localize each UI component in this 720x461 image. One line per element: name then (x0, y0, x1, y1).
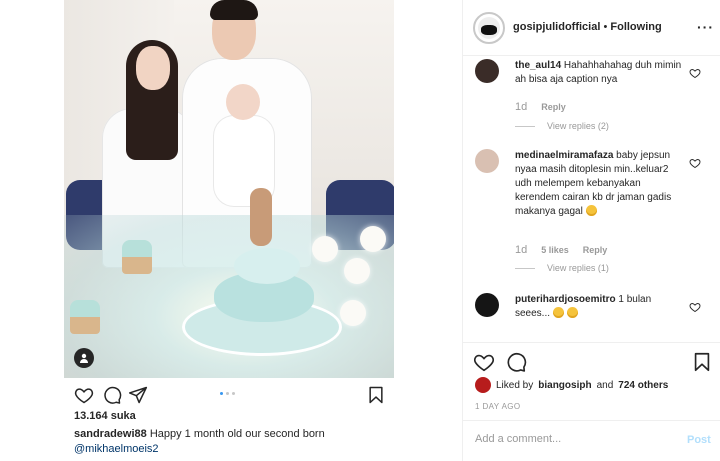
comment-bubble-icon[interactable] (505, 351, 527, 373)
photo-flower (344, 258, 370, 284)
panel-action-bar (463, 342, 720, 376)
view-replies-label[interactable]: View replies (2) (547, 121, 609, 131)
add-comment-bar: Post (463, 420, 720, 461)
photo-baby-head (226, 84, 260, 120)
view-replies-line (515, 125, 535, 127)
comment-username[interactable]: medinaelmiramafaza (515, 150, 613, 161)
photo-cupcake (70, 300, 100, 334)
save-bookmark-icon[interactable] (366, 385, 386, 405)
post-like-count[interactable]: 13.164 suka (74, 410, 136, 422)
comment-like-count[interactable]: 5 likes (541, 245, 569, 255)
following-button[interactable]: Following (610, 21, 661, 33)
photo-cake-tier (234, 248, 300, 284)
comment-time: 1d (515, 101, 528, 113)
sweat-smile-emoji-icon (585, 205, 597, 216)
liked-by-user[interactable]: biangosiph (538, 380, 591, 391)
comment-username[interactable]: the_aul14 (515, 60, 561, 71)
comment-list: the_aul14 Hahahhahahag duh mimin ah bisa… (463, 57, 720, 340)
post-photo[interactable] (64, 0, 394, 378)
comment-body: the_aul14 Hahahhahahag duh mimin ah bisa… (515, 59, 685, 87)
header-user-line: gosipjulidofficial • Following (513, 21, 662, 33)
comment-panel: gosipjulidofficial • Following ··· the_a… (462, 0, 720, 461)
liked-by-avatar[interactable] (475, 377, 491, 393)
comment-avatar[interactable] (475, 59, 499, 83)
photo-flower (312, 236, 338, 262)
comment-body: medinaelmiramafaza baby jepsun nyaa masi… (515, 149, 685, 219)
instagram-post-screenshot: 13.164 suka sandradewi88 Happy 1 month o… (0, 0, 720, 461)
comment-like-icon[interactable] (689, 67, 701, 79)
account-avatar[interactable] (473, 12, 505, 44)
view-replies-label[interactable]: View replies (1) (547, 263, 609, 273)
comment-bubble-icon[interactable] (102, 385, 122, 405)
caption-mention-link[interactable]: @mikhaelmoeis2 (74, 443, 159, 455)
carousel-indicator (220, 392, 235, 395)
header-username[interactable]: gosipjulidofficial (513, 21, 600, 33)
liked-by-line: Liked by biangosiph and 724 others (475, 377, 668, 393)
photo-cake-topper (250, 188, 272, 246)
comment-like-icon[interactable] (689, 157, 701, 169)
reply-button[interactable]: Reply (583, 245, 608, 255)
liked-by-prefix: Liked by (496, 379, 534, 391)
post-caption: sandradewi88 Happy 1 month old our secon… (74, 427, 374, 457)
photo-flower (360, 226, 386, 252)
comment-body: puterihardjosoemitro 1 bulan seees... (515, 293, 685, 321)
comment-username[interactable]: puterihardjosoemitro (515, 294, 616, 305)
reply-button[interactable]: Reply (541, 102, 566, 112)
comment-time: 1d (515, 244, 528, 256)
comment-avatar[interactable] (475, 149, 499, 173)
add-comment-input[interactable] (475, 433, 675, 445)
save-bookmark-icon[interactable] (691, 351, 713, 373)
view-replies[interactable]: View replies (2) (515, 121, 609, 131)
comment-like-icon[interactable] (689, 301, 701, 313)
comment-meta: 1d 5 likes Reply (515, 244, 607, 256)
like-heart-icon[interactable] (473, 351, 495, 373)
view-replies[interactable]: View replies (1) (515, 263, 609, 273)
like-heart-icon[interactable] (74, 385, 94, 405)
photo-woman-face (136, 46, 170, 90)
caption-text: Happy 1 month old our second born (149, 428, 325, 440)
liked-by-and: and (596, 379, 614, 391)
liked-by-others[interactable]: 724 others (618, 380, 668, 391)
post-comment-button[interactable]: Post (687, 434, 711, 446)
share-send-icon[interactable] (128, 385, 148, 405)
avatar-image (478, 17, 500, 39)
grimace-emoji-icon (566, 307, 578, 318)
view-replies-line (515, 267, 535, 269)
post-action-bar (74, 384, 386, 406)
photo-cupcake (122, 240, 152, 274)
post-date[interactable]: 1 DAY AGO (475, 402, 521, 411)
carousel-dot (232, 392, 235, 395)
comment-meta: 1d Reply (515, 101, 566, 113)
caption-username[interactable]: sandradewi88 (74, 428, 147, 440)
panel-header: gosipjulidofficial • Following ··· (463, 0, 720, 56)
left-post: 13.164 suka sandradewi88 Happy 1 month o… (0, 0, 462, 461)
more-options-icon[interactable]: ··· (697, 19, 714, 35)
comment-avatar[interactable] (475, 293, 499, 317)
carousel-dot-active (220, 392, 223, 395)
grimace-emoji-icon (552, 307, 564, 318)
photo-flower (340, 300, 366, 326)
carousel-dot (226, 392, 229, 395)
photo-man-hair (210, 0, 258, 20)
tagged-users-icon[interactable] (74, 348, 94, 368)
header-separator: • (603, 21, 608, 33)
